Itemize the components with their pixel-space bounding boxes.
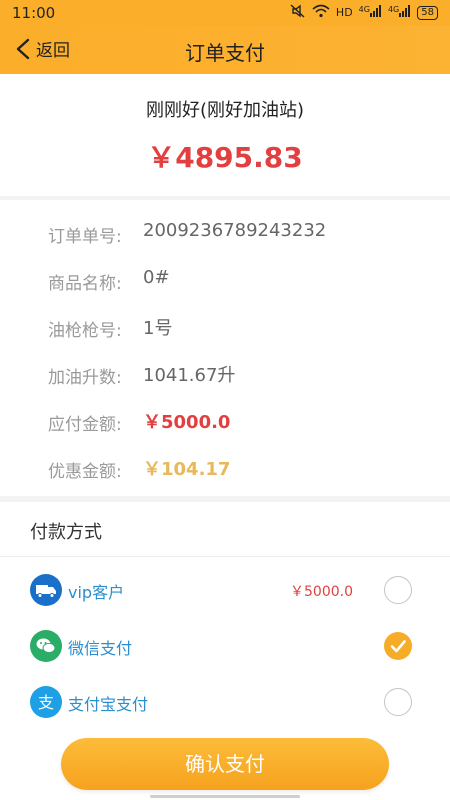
payment-label: 微信支付 — [68, 639, 133, 658]
chevron-left-icon — [16, 38, 30, 59]
vip-balance: ￥5000.0 — [290, 584, 353, 600]
station-name: 刚刚好(刚好加油站) — [145, 100, 305, 121]
back-button[interactable]: 返回 — [14, 36, 70, 61]
signal-4g-icon: 4G — [359, 5, 382, 20]
detail-label: 订单单号: — [48, 227, 122, 247]
divider — [0, 556, 450, 557]
payment-label: 支付宝支付 — [68, 695, 149, 714]
order-summary: 刚刚好(刚好加油站) ￥4895.83 — [0, 74, 450, 196]
detail-label: 应付金额: — [48, 415, 122, 435]
detail-label: 优惠金额: — [48, 462, 122, 482]
svg-text:支: 支 — [38, 693, 54, 712]
truck-icon — [30, 574, 62, 606]
detail-value: 2009236789243232 — [143, 220, 327, 241]
nav-bar: 返回 订单支付 — [0, 26, 450, 74]
payment-option-alipay[interactable]: 支 支付宝支付 — [0, 680, 450, 724]
payment-option-vip[interactable]: vip客户 ￥5000.0 — [0, 568, 450, 612]
payment-label: vip客户 — [68, 583, 125, 602]
detail-value: 0# — [143, 267, 170, 288]
mute-icon — [290, 4, 306, 21]
home-indicator — [150, 795, 300, 798]
detail-label: 商品名称: — [48, 274, 122, 294]
wifi-icon — [312, 4, 330, 21]
battery-icon: 58 — [417, 5, 438, 20]
status-time: 11:00 — [12, 4, 56, 22]
detail-row-pump-number: 油枪枪号: 1号 — [0, 312, 450, 342]
detail-label: 加油升数: — [48, 368, 122, 388]
detail-value: ￥104.17 — [143, 459, 231, 480]
detail-row-liters: 加油升数: 1041.67升 — [0, 359, 450, 389]
payment-title: 付款方式 — [30, 522, 102, 543]
confirm-pay-button[interactable]: 确认支付 — [61, 738, 389, 790]
signal-label-2: 4G — [387, 5, 400, 14]
total-amount: ￥4895.83 — [147, 141, 303, 174]
order-details: 订单单号: 2009236789243232 商品名称: 0# 油枪枪号: 1号… — [0, 200, 450, 496]
alipay-icon: 支 — [30, 686, 62, 718]
signal-4g-icon-2: 4G — [388, 5, 411, 20]
radio-checked[interactable] — [384, 632, 412, 660]
detail-value: ￥5000.0 — [143, 412, 231, 433]
hd-indicator: HD — [335, 6, 353, 19]
wechat-icon — [30, 630, 62, 662]
detail-row-amount-due: 应付金额: ￥5000.0 — [0, 406, 450, 436]
signal-label: 4G — [358, 5, 370, 14]
radio-unchecked[interactable] — [384, 576, 412, 604]
detail-label: 油枪枪号: — [48, 321, 122, 341]
detail-row-order-number: 订单单号: 2009236789243232 — [0, 218, 450, 248]
status-icons: HD 4G 4G 58 — [290, 4, 438, 21]
check-icon — [390, 640, 406, 653]
detail-value: 1号 — [143, 318, 173, 339]
detail-value: 1041.67升 — [143, 365, 236, 386]
payment-option-wechat[interactable]: 微信支付 — [0, 624, 450, 668]
back-label: 返回 — [36, 41, 70, 61]
radio-unchecked[interactable] — [384, 688, 412, 716]
status-bar: 11:00 HD 4G 4G 58 — [0, 0, 450, 26]
detail-row-product-name: 商品名称: 0# — [0, 265, 450, 295]
detail-row-discount: 优惠金额: ￥104.17 — [0, 453, 450, 483]
